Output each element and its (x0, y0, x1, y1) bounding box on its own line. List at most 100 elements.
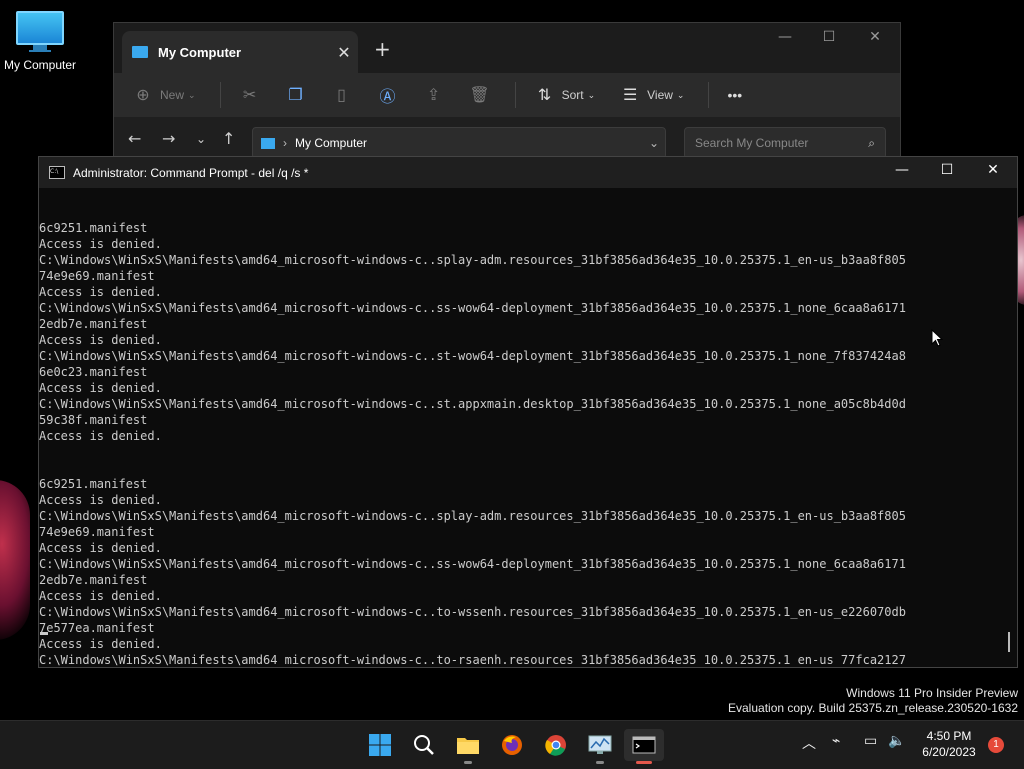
search-box[interactable]: ⌕ (684, 127, 886, 159)
sort-arrows-icon: ⇅ (537, 87, 552, 104)
address-text: My Computer (295, 136, 368, 150)
cmd-output[interactable]: 6c9251.manifest Access is denied. C:\Windo… (39, 188, 999, 666)
monitor-chart-icon (588, 735, 612, 754)
copy-button[interactable]: ❐ (285, 86, 307, 104)
delete-button[interactable]: 🗑 (469, 86, 491, 104)
clock-date: 6/20/2023 (922, 745, 976, 759)
plus-circle-icon: ⊕ (136, 87, 150, 104)
start-button[interactable] (360, 729, 400, 761)
cmd-output-line: 74e9e69.manifest (39, 525, 155, 539)
firefox-taskbar-button[interactable] (492, 729, 532, 761)
command-prompt-taskbar-button[interactable] (624, 729, 664, 764)
sort-button[interactable]: ⇅ Sort ⌄ (534, 86, 596, 104)
cmd-output-line: Access is denied. (39, 285, 162, 299)
cmd-output-line: C:\Windows\WinSxS\Manifests\amd64_micros… (39, 301, 906, 315)
close-window-icon[interactable]: ✕ (970, 162, 1016, 178)
computer-icon (261, 137, 275, 149)
volume-icon[interactable]: 🔈 (888, 733, 905, 749)
recent-locations-chevron-icon[interactable]: ⌄ (196, 132, 206, 146)
cmd-output-line: C:\Windows\WinSxS\Manifests\amd64_micros… (39, 397, 906, 411)
chrome-taskbar-button[interactable] (536, 729, 576, 761)
close-window-icon[interactable]: ✕ (852, 29, 898, 45)
taskbar: ︿ ⌁ ▭ 🔈 4:50 PM 6/20/2023 1 (0, 720, 1024, 769)
up-arrow-icon[interactable]: ↑ (222, 129, 235, 148)
new-tab-icon[interactable]: + (374, 37, 391, 61)
chevron-down-icon: ⌄ (676, 89, 685, 100)
cmd-title-bar[interactable]: C:\ Administrator: Command Prompt - del … (39, 157, 1017, 188)
system-clock[interactable]: 4:50 PM 6/20/2023 (914, 728, 984, 760)
toolbar-divider (708, 82, 710, 108)
cmd-output-line: 2edb7e.manifest (39, 317, 148, 331)
breadcrumb-chevron-icon: › (283, 136, 287, 150)
cmd-output-line: C:\Windows\WinSxS\Manifests\amd64_micros… (39, 557, 906, 571)
close-tab-icon[interactable]: ✕ (330, 43, 358, 62)
evaluation-watermark: Windows 11 Pro Insider Preview Evaluatio… (728, 686, 1018, 716)
cmd-output-line: 59c38f.manifest (39, 413, 148, 427)
notification-badge[interactable]: 1 (988, 737, 1004, 753)
explorer-tab-bar: My Computer ✕ + — ☐ ✕ (114, 23, 900, 73)
performance-monitor-taskbar-button[interactable] (580, 729, 620, 764)
search-input[interactable] (693, 135, 857, 151)
maximize-icon[interactable]: ☐ (924, 162, 970, 178)
desktop-icon-label: My Computer (3, 58, 77, 72)
cmd-output-line (39, 460, 999, 476)
watermark-edition: Windows 11 Pro Insider Preview (846, 686, 1018, 700)
paste-button[interactable]: ▯ (331, 86, 353, 104)
explorer-tab[interactable]: My Computer ✕ (122, 31, 358, 73)
minimize-icon[interactable]: — (762, 29, 808, 45)
cmd-output-line: C:\Windows\WinSxS\Manifests\amd64_micros… (39, 253, 906, 267)
maximize-icon[interactable]: ☐ (806, 29, 852, 45)
explorer-toolbar: ⊕ New ⌄ ✂ ❐ ▯ Ⓐ ⇪ 🗑 ⇅ Sort ⌄ ☰ View ⌄ ••… (114, 73, 900, 117)
scissors-icon: ✂ (242, 87, 257, 104)
desktop-icon-my-computer[interactable]: My Computer (2, 8, 78, 72)
address-input[interactable]: › My Computer ⌄ ↻ (252, 127, 699, 159)
rename-button[interactable]: Ⓐ (377, 86, 399, 106)
copy-icon: ❐ (288, 87, 303, 104)
share-button[interactable]: ⇪ (423, 86, 445, 104)
cut-button[interactable]: ✂ (239, 86, 261, 104)
watermark-build: Evaluation copy. Build 25375.zn_release.… (728, 701, 1018, 715)
cmd-output-line: C:\Windows\WinSxS\Manifests\amd64_micros… (39, 605, 906, 619)
chevron-down-icon: ⌄ (587, 89, 596, 100)
terminal-icon (632, 736, 656, 754)
cmd-output-line: Access is denied. (39, 637, 162, 651)
clock-time: 4:50 PM (926, 729, 972, 743)
cmd-scrollbar-thumb[interactable] (1008, 632, 1010, 652)
file-explorer-window[interactable]: My Computer ✕ + — ☐ ✕ ⊕ New ⌄ ✂ ❐ ▯ Ⓐ ⇪ … (113, 22, 901, 174)
new-button-label: New (160, 88, 185, 102)
more-options-button[interactable]: ••• (727, 87, 742, 103)
view-button-label: View (647, 88, 673, 102)
file-explorer-taskbar-button[interactable] (448, 729, 488, 764)
show-hidden-icons-chevron-icon[interactable]: ︿ (802, 733, 816, 753)
trash-icon: 🗑 (469, 87, 490, 104)
cmd-app-icon: C:\ (49, 166, 65, 179)
network-disconnected-icon[interactable]: ⌁ (832, 733, 840, 749)
cmd-output-line: Access is denied. (39, 333, 162, 347)
view-button[interactable]: ☰ View ⌄ (619, 86, 685, 104)
cmd-output-line (39, 444, 999, 460)
folder-icon (457, 738, 479, 754)
command-prompt-window[interactable]: C:\ Administrator: Command Prompt - del … (38, 156, 1018, 668)
new-button[interactable]: ⊕ New ⌄ (132, 86, 195, 104)
explorer-tab-title: My Computer (158, 44, 242, 60)
cmd-output-line: 6c9251.manifest (39, 477, 148, 491)
sort-button-label: Sort (561, 88, 584, 102)
cmd-output-line: Access is denied. (39, 589, 162, 603)
display-icon[interactable]: ▭ (864, 733, 877, 749)
minimize-icon[interactable]: — (879, 162, 925, 178)
forward-arrow-icon[interactable]: → (162, 129, 175, 148)
cmd-output-line: C:\Windows\WinSxS\Manifests\amd64_micros… (39, 349, 906, 363)
windows-logo-icon (369, 734, 391, 756)
address-dropdown-icon[interactable]: ⌄ (649, 136, 659, 150)
cmd-output-line: C:\Windows\WinSxS\Manifests\amd64_micros… (39, 653, 906, 666)
running-indicator (596, 761, 604, 764)
toolbar-divider (219, 82, 221, 108)
cmd-output-line: 2edb7e.manifest (39, 573, 148, 587)
cmd-output-line: Access is denied. (39, 381, 162, 395)
search-button[interactable] (404, 729, 444, 761)
view-list-icon: ☰ (622, 87, 638, 104)
cmd-output-line: Access is denied. (39, 541, 162, 555)
back-arrow-icon[interactable]: ← (128, 129, 141, 148)
rename-icon: Ⓐ (379, 89, 396, 106)
clipboard-icon: ▯ (337, 87, 346, 104)
